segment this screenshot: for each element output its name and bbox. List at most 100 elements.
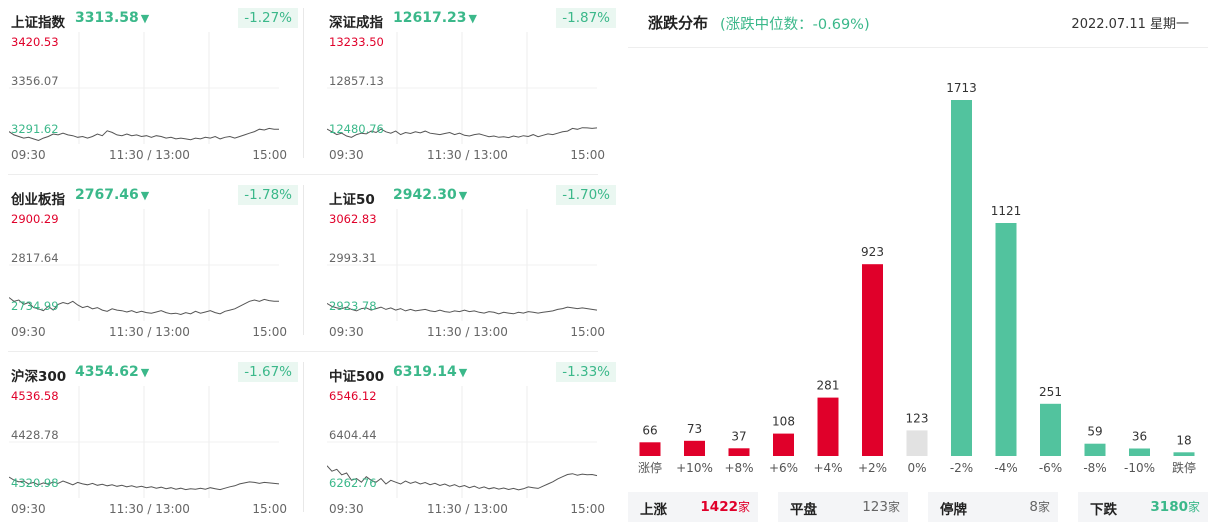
- index-value: 2767.46 ▼: [75, 187, 150, 203]
- y-axis-mid: 3356.07: [11, 74, 59, 88]
- bar-value-label: 108: [772, 415, 795, 429]
- row-separator: [8, 351, 598, 352]
- index-change-badge: -1.78%: [238, 185, 298, 205]
- bar-value-label: 66: [642, 423, 657, 437]
- index-change-badge: -1.87%: [556, 8, 616, 28]
- bar-category-label: +10%: [676, 461, 713, 475]
- summary-rise-label: 上涨: [640, 502, 667, 518]
- index-change-badge: -1.33%: [556, 362, 616, 382]
- down-arrow-icon: ▼: [458, 366, 468, 379]
- bar-category-label: 0%: [907, 461, 926, 475]
- summary-flat-label: 平盘: [790, 502, 817, 518]
- y-axis-high: 3420.53: [11, 35, 59, 49]
- index-change-badge: -1.67%: [238, 362, 298, 382]
- y-axis-low: 4320.98: [11, 476, 59, 490]
- index-panel-zz500[interactable]: 中证500 6319.14 ▼ -1.33% 6546.12 6404.44 6262.76…: [327, 356, 617, 524]
- bar-value-label: 923: [861, 245, 884, 259]
- bar-category-label: -6%: [1039, 461, 1062, 475]
- down-arrow-icon: ▼: [140, 12, 150, 25]
- distribution-bar: [906, 430, 928, 456]
- x-axis-break: 11:30 / 13:00: [427, 325, 508, 339]
- summary-flat-count: 123家: [862, 499, 900, 515]
- summary-fall-count: 3180家: [1150, 499, 1200, 515]
- x-axis-break: 11:30 / 13:00: [109, 502, 190, 516]
- y-axis-low: 2923.78: [329, 299, 377, 313]
- bar-value-label: 1713: [946, 81, 977, 95]
- index-panel-sz50[interactable]: 上证50 2942.30 ▼ -1.70% 3062.83 2993.31 2923.78 0…: [327, 179, 617, 347]
- bar-category-label: +4%: [813, 461, 842, 475]
- trade-date: 2022.07.11 星期一: [1071, 17, 1189, 32]
- summary-fall-label: 下跌: [1090, 502, 1117, 518]
- x-axis-close: 15:00: [570, 502, 605, 516]
- summary-rise: 上涨 1422家: [628, 492, 758, 522]
- down-arrow-icon: ▼: [468, 12, 477, 25]
- bar-category-label: +8%: [724, 461, 753, 475]
- y-axis-low: 2734.99: [11, 299, 59, 313]
- summary-fall: 下跌 3180家: [1078, 492, 1208, 522]
- down-arrow-icon: ▼: [140, 189, 150, 202]
- y-axis-high: 3062.83: [329, 212, 377, 226]
- bar-category-label: -2%: [950, 461, 973, 475]
- index-panel-sz[interactable]: 深证成指 12617.23 ▼ -1.87% 13233.50 12857.13 12480…: [327, 2, 617, 170]
- bar-category-label: 涨停: [638, 460, 662, 475]
- summary-flat: 平盘 123家: [778, 492, 908, 522]
- index-panel-cyb[interactable]: 创业板指 2767.46 ▼ -1.78% 2900.29 2817.64 2734.99 0…: [9, 179, 299, 347]
- index-panel-hs300[interactable]: 沪深300 4354.62 ▼ -1.67% 4536.58 4428.78 4320.98…: [9, 356, 299, 524]
- x-axis-open: 09:30: [11, 502, 46, 516]
- index-name: 深证成指: [329, 15, 383, 31]
- bar-value-label: 37: [731, 429, 746, 443]
- x-axis-break: 11:30 / 13:00: [109, 325, 190, 339]
- x-axis-close: 15:00: [570, 325, 605, 339]
- bar-value-label: 251: [1039, 385, 1062, 399]
- index-change-badge: -1.70%: [556, 185, 616, 205]
- summary-suspended: 停牌 8家: [928, 492, 1058, 522]
- distribution-bar: [1173, 452, 1195, 456]
- distribution-bar: [1084, 443, 1106, 456]
- y-axis-low: 3291.62: [11, 122, 59, 136]
- bar-category-label: 跌停: [1172, 460, 1196, 475]
- y-axis-low: 6262.76: [329, 476, 377, 490]
- distribution-bar: [728, 448, 750, 456]
- x-axis-open: 09:30: [329, 325, 364, 339]
- bar-category-label: +6%: [769, 461, 798, 475]
- index-value: 4354.62 ▼: [75, 364, 150, 380]
- distribution-bar: [684, 440, 705, 456]
- panel-separator: [303, 8, 304, 158]
- x-axis-open: 09:30: [329, 148, 364, 162]
- index-change-badge: -1.27%: [238, 8, 298, 28]
- index-name: 上证50: [329, 192, 375, 208]
- index-name: 沪深300: [11, 369, 67, 385]
- x-axis-break: 11:30 / 13:00: [427, 148, 508, 162]
- distribution-bar: [1129, 448, 1150, 456]
- bar-value-label: 36: [1132, 430, 1147, 444]
- panel-separator: [303, 185, 304, 335]
- distribution-bar: [951, 100, 972, 456]
- bar-value-label: 123: [906, 411, 929, 425]
- x-axis-break: 11:30 / 13:00: [109, 148, 190, 162]
- index-value: 3313.58 ▼: [75, 10, 150, 26]
- x-axis-close: 15:00: [252, 325, 287, 339]
- summary-rise-count: 1422家: [700, 499, 750, 515]
- distribution-bar-chart: 66 涨停 73 +10% 37 +8% 108 +6% 281 +4% 923 +2% 123 0% 17…: [638, 81, 1196, 475]
- y-axis-mid: 2993.31: [329, 251, 377, 265]
- index-name: 中证500: [329, 369, 385, 385]
- index-value: 6319.14 ▼: [393, 364, 468, 380]
- index-panel-sh[interactable]: 上证指数 3313.58 ▼ -1.27% 3420.53 3356.07 3291.62 0…: [9, 2, 299, 170]
- distribution-median: (涨跌中位数：-0.69%): [720, 17, 870, 33]
- bar-value-label: 18: [1176, 433, 1191, 447]
- distribution-bar: [862, 264, 883, 456]
- index-value: 12617.23 ▼: [393, 10, 477, 26]
- y-axis-low: 12480.76: [329, 122, 384, 136]
- distribution-bar: [773, 433, 794, 456]
- y-axis-mid: 12857.13: [329, 74, 384, 88]
- y-axis-mid: 4428.78: [11, 428, 59, 442]
- distribution-title: 涨跌分布: [648, 14, 709, 32]
- y-axis-mid: 6404.44: [329, 428, 377, 442]
- y-axis-mid: 2817.64: [11, 251, 59, 265]
- y-axis-high: 6546.12: [329, 389, 377, 403]
- panel-separator: [303, 362, 304, 512]
- x-axis-open: 09:30: [11, 325, 46, 339]
- x-axis-break: 11:30 / 13:00: [427, 502, 508, 516]
- bar-category-label: +2%: [858, 461, 887, 475]
- summary-suspended-label: 停牌: [940, 502, 967, 518]
